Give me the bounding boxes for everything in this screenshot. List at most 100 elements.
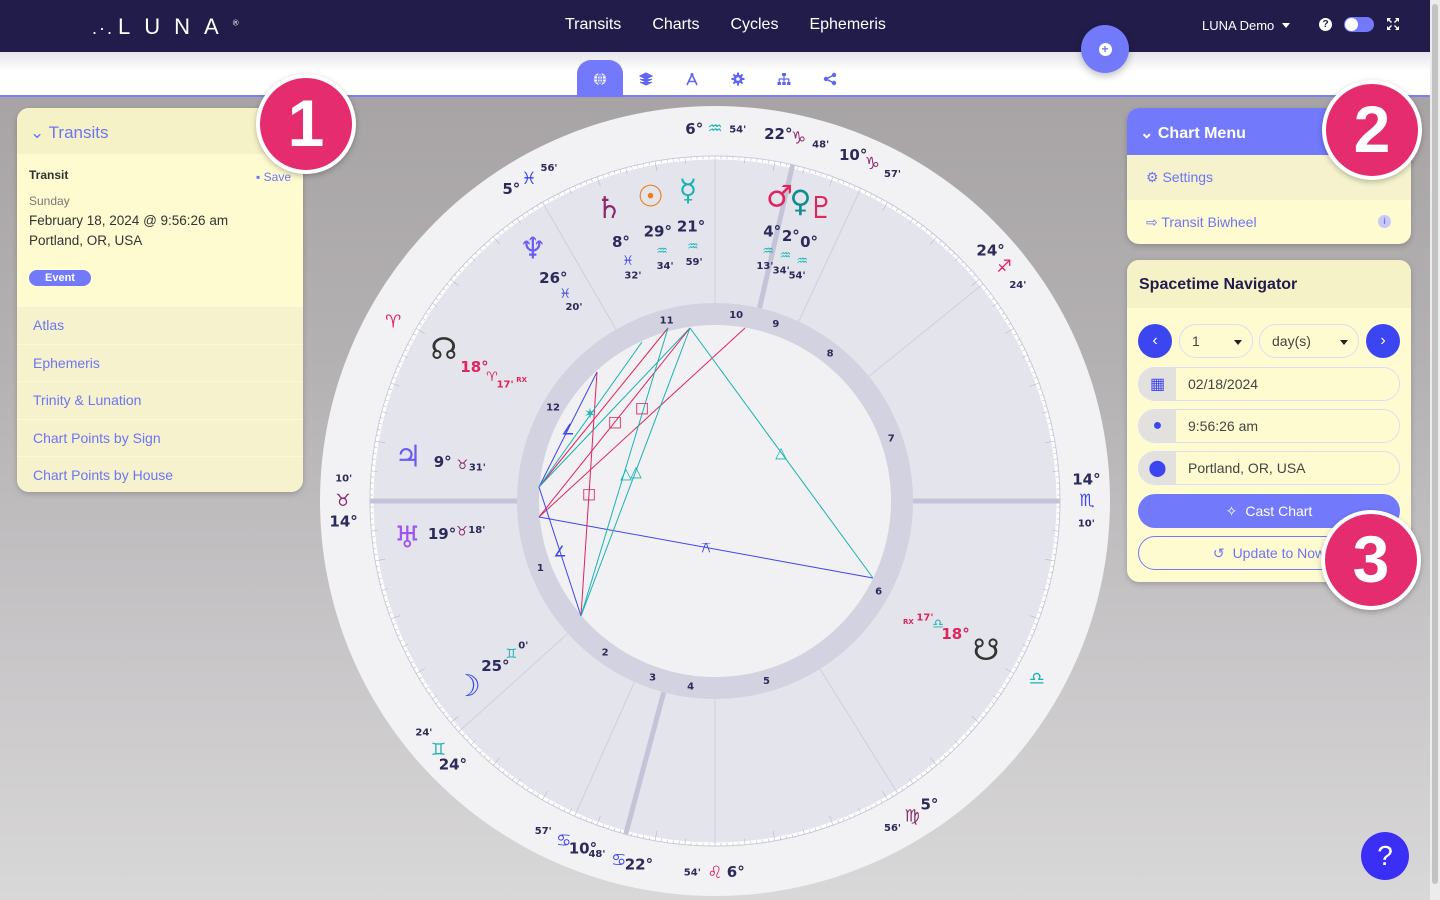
planet-glyph-icon: ☿ — [679, 174, 697, 209]
chevron-left-icon: ‹ — [1152, 332, 1158, 349]
aspect-glyph-icon: ⚻ — [701, 539, 711, 557]
planet-degree: 2° — [782, 227, 800, 245]
planet-degree: 9° — [434, 453, 452, 471]
link-atlas[interactable]: Atlas — [17, 306, 303, 344]
planet-minutes: 20' — [565, 302, 582, 313]
planet-minutes: 54' — [789, 270, 806, 281]
cusp-sign-icon: ♑ — [865, 154, 880, 174]
time-field[interactable]: ● 9:56:26 am — [1138, 409, 1400, 443]
cusp-minutes: 56' — [541, 163, 558, 174]
cusp-sign-icon: ♒ — [707, 119, 722, 139]
cusp-minutes: 48' — [812, 139, 829, 150]
cusp-degree: 14° — [329, 512, 357, 530]
cusp-minutes: 10' — [1078, 519, 1095, 530]
aspect-glyph-icon: ∠ — [553, 543, 566, 561]
cusp-degree: 5° — [502, 180, 520, 198]
cusp-degree: 22° — [764, 125, 792, 143]
help-button[interactable]: ? — [1361, 832, 1409, 880]
calendar-icon: ▦ — [1139, 368, 1176, 400]
retrograde-label: RX — [516, 376, 527, 384]
map-pin-icon: ⬤ — [1139, 452, 1176, 484]
transits-panel: ⌄ Transits Transit ▪ Save Sunday Februar… — [17, 108, 303, 492]
page-scrollbar[interactable] — [1430, 0, 1440, 900]
cusp-minutes: 24' — [1009, 280, 1026, 291]
plus-icon: + — [1098, 42, 1112, 56]
house-number: 12 — [546, 403, 560, 414]
planet-minutes: 34' — [657, 261, 674, 272]
cusp-degree: 6° — [685, 120, 703, 138]
cusp-sign-icon: ♐ — [996, 257, 1011, 277]
planet-sign-icon: ♒ — [687, 239, 699, 254]
link-ephemeris[interactable]: Ephemeris — [17, 343, 303, 381]
transits-title: Transits — [48, 123, 109, 142]
house-number: 4 — [687, 681, 694, 692]
planet-glyph-icon: ♃ — [395, 439, 422, 474]
aspect-glyph-icon: △ — [775, 444, 787, 462]
planet-sign-icon: ♓ — [559, 287, 571, 302]
planet-minutes: 31' — [469, 463, 486, 474]
link-chart-points-by-house[interactable]: Chart Points by House — [17, 456, 303, 492]
planet-minutes: 17' — [916, 612, 933, 623]
retrograde-label: RX — [903, 618, 914, 626]
planet-minutes: 13' — [756, 261, 773, 272]
planet-glyph-icon: ☉ — [637, 179, 664, 214]
planet-minutes: 59' — [686, 257, 703, 268]
house-number: 11 — [660, 315, 674, 326]
planet-degree: 19° — [428, 525, 456, 543]
location-field[interactable]: ⬤ Portland, OR, USA — [1138, 451, 1400, 485]
add-chart-button[interactable]: + — [1081, 25, 1129, 73]
transit-location: Portland, OR, USA — [29, 233, 143, 248]
chart-menu-transit-biwheel[interactable]: ⇨ Transit Biwheel i — [1127, 200, 1411, 244]
house-number: 7 — [888, 434, 895, 445]
planet-sign-icon: ♉ — [457, 458, 469, 473]
planet-degree: 0° — [800, 233, 818, 251]
house-number: 8 — [827, 349, 834, 360]
aspect-glyph-icon: □ — [608, 413, 622, 431]
planet-sign-icon: ♒ — [656, 244, 668, 259]
aspect-glyph-icon: □ — [582, 485, 596, 503]
chevron-down-icon: ⌄ — [30, 123, 45, 142]
history-icon: ↺ — [1212, 544, 1225, 561]
cusp-degree: 10° — [839, 146, 867, 164]
info-icon[interactable]: i — [1378, 215, 1391, 228]
house-number: 1 — [537, 563, 544, 574]
cusp-degree: 6° — [727, 863, 745, 881]
house-number: 9 — [772, 319, 779, 330]
planet-degree: 18° — [460, 358, 488, 376]
planet-glyph-icon: ♅ — [394, 520, 421, 555]
planet-sign-icon: ♒ — [762, 244, 774, 259]
save-button[interactable]: ▪ Save — [256, 170, 291, 184]
planet-glyph-icon: ☊ — [431, 332, 458, 367]
scrollbar-thumb[interactable] — [1432, 4, 1438, 884]
cusp-sign-icon: ♊ — [431, 740, 446, 760]
planet-minutes: 18' — [468, 525, 485, 536]
cusp-sign-icon: ♋ — [556, 831, 571, 851]
aspect-glyph-icon: △ — [630, 463, 642, 481]
cusp-minutes: 24' — [415, 728, 432, 739]
step-forward-button[interactable]: › — [1366, 324, 1400, 358]
planet-sign-icon: ♉ — [456, 525, 468, 540]
step-unit-select[interactable]: day(s) — [1259, 324, 1359, 358]
cusp-minutes: 10' — [335, 473, 352, 484]
cusp-minutes: 54' — [684, 867, 701, 878]
cusp-minutes: 57' — [884, 169, 901, 180]
chevron-right-icon: › — [1380, 332, 1386, 349]
intercepted-sign-icon: ♎ — [1029, 668, 1045, 689]
cusp-degree: 5° — [920, 795, 938, 813]
link-trinity-lunation[interactable]: Trinity & Lunation — [17, 381, 303, 419]
cusp-sign-icon: ♉ — [335, 491, 350, 511]
cusp-degree: 22° — [625, 856, 653, 874]
aspect-glyph-icon: ∠ — [561, 421, 574, 439]
transit-datetime: February 18, 2024 @ 9:56:26 am — [29, 213, 229, 228]
event-badge: Event — [29, 270, 91, 286]
arrow-right-from-arc-icon: ⇨ — [1146, 214, 1158, 230]
caret-down-icon — [1234, 340, 1242, 345]
caret-down-icon — [1340, 340, 1348, 345]
link-chart-points-by-sign[interactable]: Chart Points by Sign — [17, 418, 303, 456]
planet-degree: 21° — [677, 218, 705, 236]
cusp-minutes: 54' — [729, 125, 746, 136]
date-field[interactable]: ▦ 02/18/2024 — [1138, 367, 1400, 401]
step-value-select[interactable]: 1 — [1179, 324, 1253, 358]
step-back-button[interactable]: ‹ — [1138, 324, 1172, 358]
planet-minutes: 32' — [624, 270, 641, 281]
